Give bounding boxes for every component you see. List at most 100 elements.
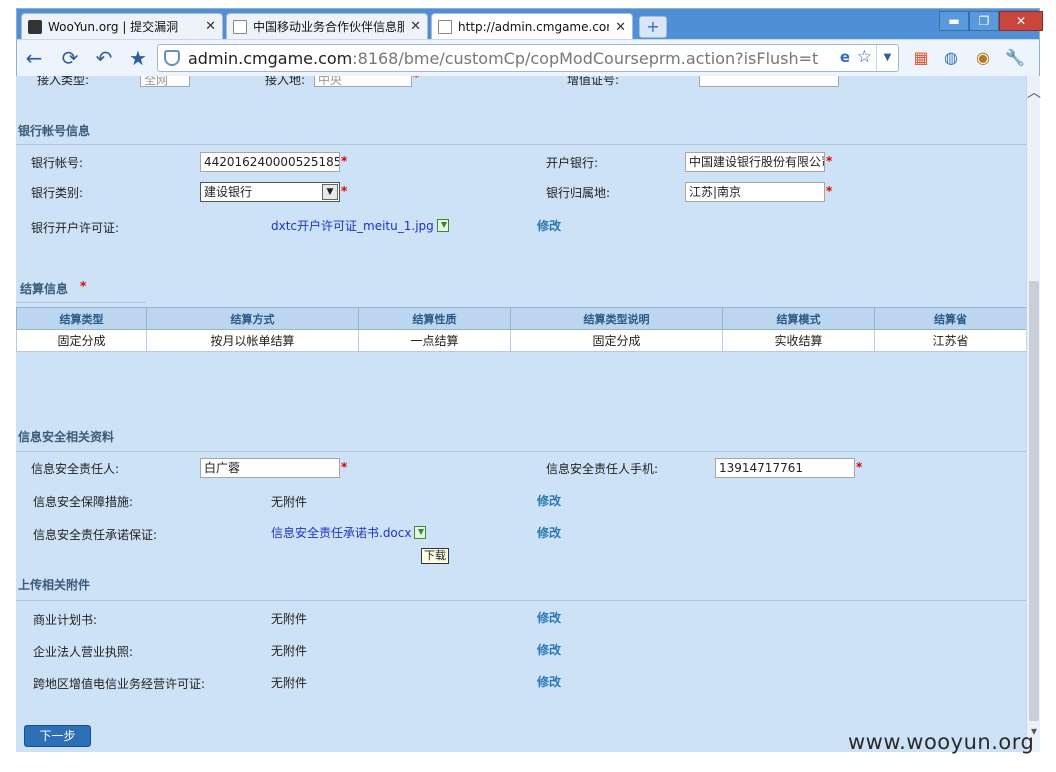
ie-compat-icon[interactable]: e [840,48,850,66]
bookmark-star-icon[interactable]: ★ [125,45,151,71]
table-row: 固定分成 按月以帐单结算 一点结算 固定分成 实收结算 江苏省 [16,329,1026,352]
minimize-button[interactable]: ▬ [939,11,969,31]
download-icon[interactable] [436,219,449,232]
favorite-star-icon[interactable]: ☆ [857,47,872,67]
table-cell: 按月以帐单结算 [146,329,359,352]
reload-button[interactable]: ⟳ [57,45,83,71]
value-added-cert-input[interactable] [699,76,839,87]
security-measures-label: 信息安全保障措施: [33,495,134,509]
tab-title: WooYun.org | 提交漏洞 [48,20,179,34]
wooyun-favicon-icon [28,19,42,34]
tab-close-icon[interactable]: ✕ [410,19,421,34]
access-type-select[interactable]: 全网 [140,76,190,87]
bank-license-edit-link[interactable]: 修改 [537,217,561,234]
required-mark: * [80,279,87,293]
url-path: :8168/bme/customCp/copModCourseprm.actio… [352,49,818,68]
page-content: 接入类型: 全网 接入地: 中央 * 增值证号: 银行帐号信息 银行帐号: 44… [16,76,1026,752]
security-pledge-label: 信息安全责任承诺保证: [33,528,158,542]
security-owner-label: 信息安全责任人: [31,462,120,476]
required-mark: * [341,154,348,168]
table-header-cell: 结算省 [874,307,1026,330]
security-pledge-filename: 信息安全责任承诺书.docx [271,526,412,540]
table-cell: 固定分成 [16,329,147,352]
attachment-label: 企业法人营业执照: [33,645,134,659]
apps-grid-icon[interactable]: ▦ [911,48,931,68]
table-cell: 固定分成 [510,329,723,352]
security-pledge-file-link[interactable]: 信息安全责任承诺书.docx [271,524,427,541]
cookie-icon[interactable]: ◉ [973,48,993,68]
close-window-button[interactable]: ✕ [999,11,1043,31]
open-bank-input[interactable]: 中国建设银行股份有限公司 [685,152,825,172]
attachment-value: 无附件 [271,612,308,626]
table-header-cell: 结算模式 [722,307,875,330]
required-mark: * [341,460,348,474]
browser-window: WooYun.org | 提交漏洞 ✕ 中国移动业务合作伙伴信息服 ✕ http… [16,8,1043,76]
tab-close-icon[interactable]: ✕ [615,20,626,35]
bank-license-file-link[interactable]: dxtc开户许可证_meitu_1.jpg [271,217,449,234]
address-bar[interactable]: admin.cmgame.com:8168/bme/customCp/copMo… [157,44,899,72]
required-mark: * [826,154,833,168]
security-owner-input[interactable]: 白广蓉 [200,458,340,478]
tab-admin-cmgame[interactable]: http://admin.cmgame.com ✕ [431,13,633,40]
table-cell: 江苏省 [874,329,1026,352]
security-measures-edit-link[interactable]: 修改 [537,492,561,509]
scrollbar-thumb[interactable] [1029,281,1039,721]
bank-account-label: 银行帐号: [31,156,84,170]
navigation-bar: ← ⟳ ↶ ★ admin.cmgame.com:8168/bme/custom… [17,39,1039,76]
required-mark: * [856,460,863,474]
tab-title: http://admin.cmgame.com [458,20,610,34]
table-header-cell: 结算方式 [146,307,359,330]
new-tab-button[interactable]: + [639,16,667,38]
attachments-section-title: 上传相关附件 [18,578,91,592]
globe-icon[interactable]: ◍ [941,48,961,68]
access-place-select[interactable]: 中央 [314,76,412,87]
chevron-down-icon: ▼ [322,184,338,200]
required-mark: * [413,76,420,84]
security-pledge-edit-link[interactable]: 修改 [537,524,561,541]
required-mark: * [341,184,348,198]
scroll-up-icon[interactable]: ︿ [1027,86,1041,100]
attachment-edit-link[interactable]: 修改 [537,609,561,626]
url-dropdown-icon[interactable]: ▼ [876,45,898,71]
page-favicon-icon [438,20,452,34]
download-icon[interactable] [414,526,427,539]
bank-license-label: 银行开户许可证: [31,221,120,235]
table-cell: 实收结算 [722,329,875,352]
security-phone-input[interactable]: 13914717761 [715,458,855,478]
table-header-cell: 结算性质 [358,307,511,330]
wrench-icon[interactable]: 🔧 [1005,48,1025,68]
table-header-cell: 结算类型 [16,307,147,330]
undo-icon[interactable]: ↶ [91,45,117,71]
bank-account-input[interactable]: 442016240000525185171 [200,152,340,172]
security-measures-value: 无附件 [271,495,308,509]
settlement-table: 结算类型 结算方式 结算性质 结算类型说明 结算模式 结算省 固定分成 按月以帐… [16,307,1026,352]
section-divider [16,144,1026,145]
url-host: admin.cmgame.com [188,49,353,68]
bank-location-input[interactable]: 江苏|南京 [685,182,825,202]
attachment-label: 商业计划书: [33,613,98,627]
attachment-edit-link[interactable]: 修改 [537,641,561,658]
bank-type-select[interactable]: 建设银行 ▼ [200,182,340,202]
tab-wooyun[interactable]: WooYun.org | 提交漏洞 ✕ [21,13,223,39]
back-button[interactable]: ← [21,45,47,71]
security-phone-label: 信息安全责任人手机: [546,462,659,476]
tab-cmcc-partner[interactable]: 中国移动业务合作伙伴信息服 ✕ [226,13,428,39]
wooyun-watermark: www.wooyun.org [848,730,1035,754]
tab-strip: WooYun.org | 提交漏洞 ✕ 中国移动业务合作伙伴信息服 ✕ http… [17,9,1043,40]
maximize-button[interactable]: ❐ [969,11,999,31]
bank-type-label: 银行类别: [31,186,84,200]
vertical-scrollbar[interactable]: ︿ ▾ [1026,76,1041,752]
open-bank-label: 开户银行: [546,156,599,170]
section-divider [16,302,146,303]
attachment-label: 跨地区增值电信业务经营许可证: [33,677,206,691]
next-step-button[interactable]: 下一步 [24,725,91,747]
tab-close-icon[interactable]: ✕ [205,19,216,34]
url-text[interactable]: admin.cmgame.com:8168/bme/customCp/copMo… [188,49,818,68]
access-type-value: 全网 [144,76,169,87]
table-cell: 一点结算 [358,329,511,352]
bank-license-filename: dxtc开户许可证_meitu_1.jpg [271,219,434,233]
bank-type-value: 建设银行 [204,185,253,199]
settlement-section-title: 结算信息 [20,282,69,296]
section-divider [16,600,1026,601]
attachment-edit-link[interactable]: 修改 [537,673,561,690]
